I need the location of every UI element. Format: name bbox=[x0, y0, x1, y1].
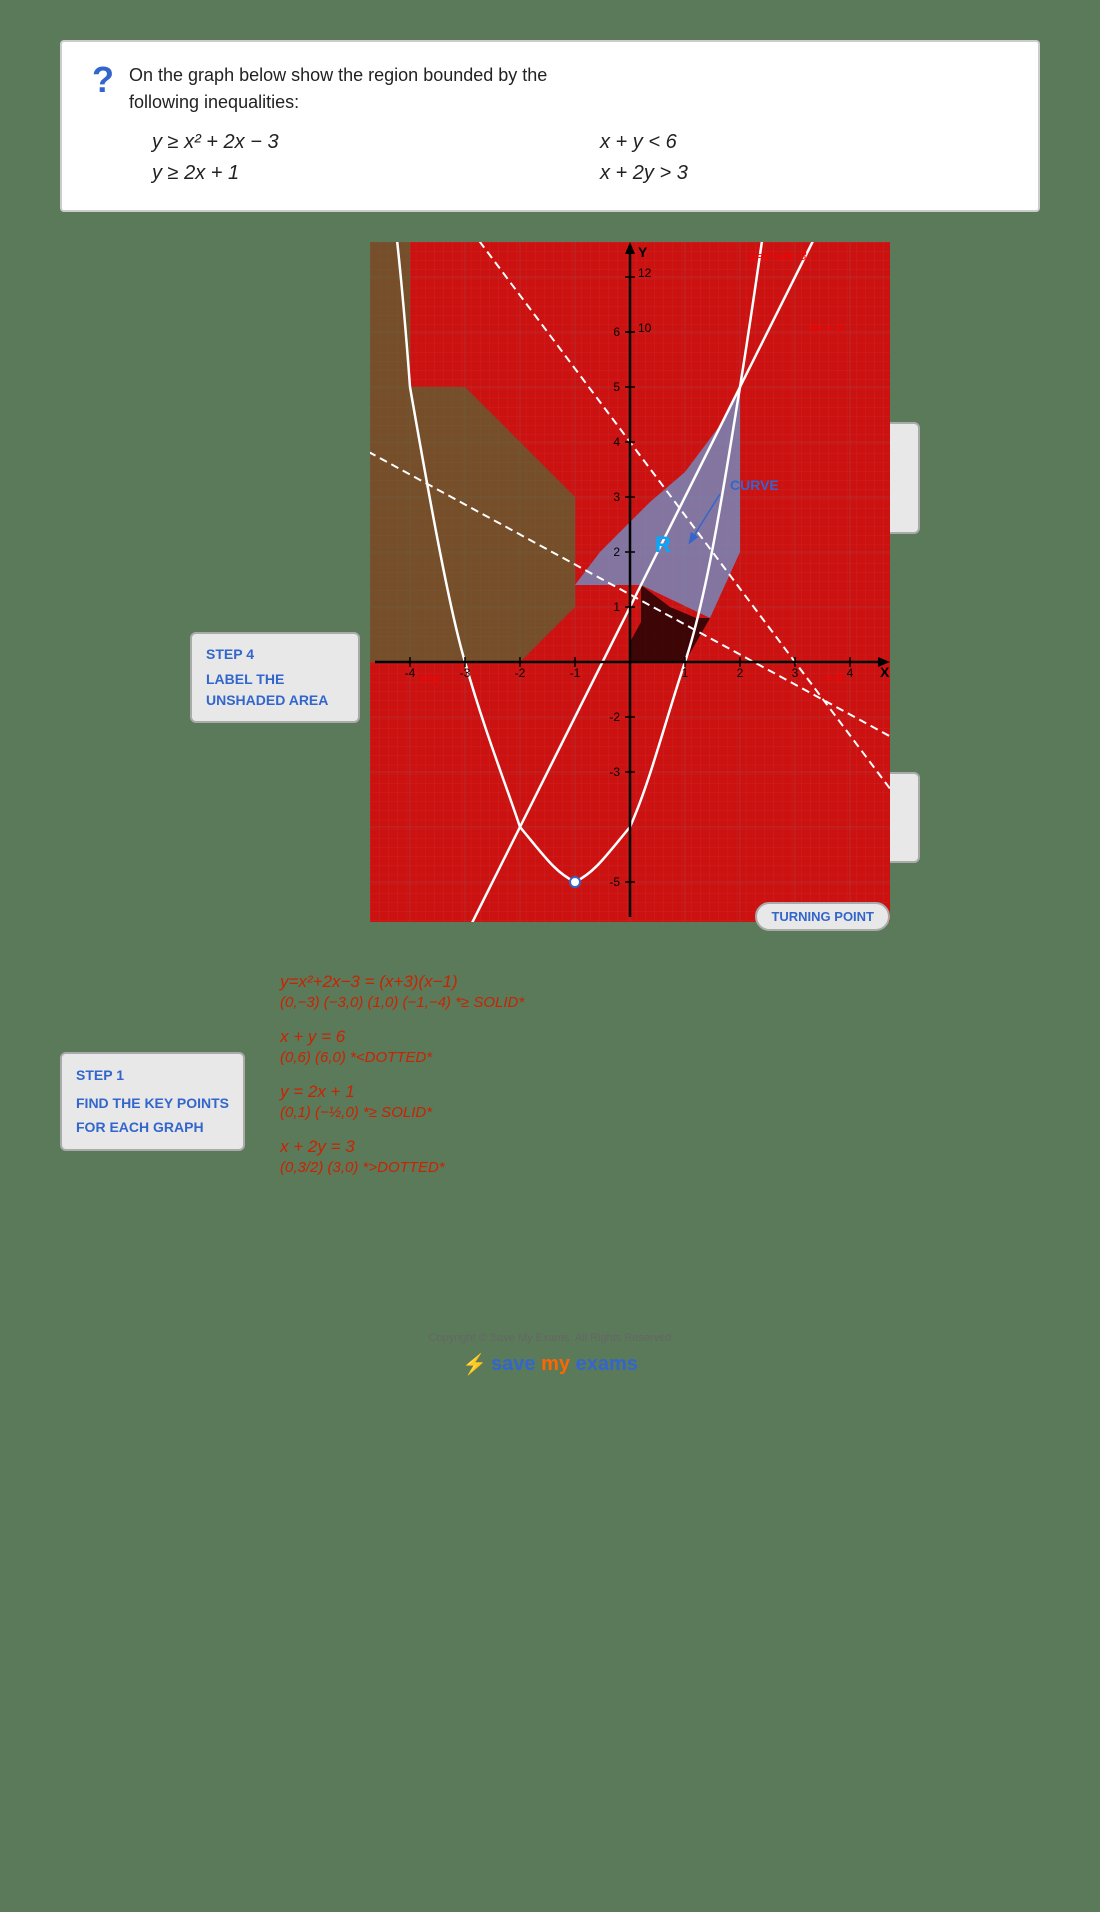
logo-my: my bbox=[541, 1353, 570, 1375]
question-text: On the graph below show the region bound… bbox=[129, 62, 547, 116]
ineq-2-right: x + 2y > 3 bbox=[600, 162, 1008, 185]
svg-text:1: 1 bbox=[682, 666, 689, 680]
svg-text:6: 6 bbox=[613, 325, 620, 339]
line-label-eq6: = 6 bbox=[825, 671, 842, 685]
graph-svg: Y X 6 5 4 3 2 1 bbox=[370, 242, 890, 922]
logo-exams: exams bbox=[576, 1353, 638, 1375]
svg-text:-4: -4 bbox=[405, 666, 416, 680]
note2: x + y = 6 (0,6) (6,0) *<DOTTED* bbox=[280, 1027, 1040, 1066]
notes-section: STEP 1 FIND THE KEY POINTS FOR EACH GRAP… bbox=[60, 972, 1040, 1292]
footer-logo: ⚡ save my exams bbox=[0, 1352, 1100, 1377]
line-label-2x1: 2x + 1 bbox=[809, 321, 843, 335]
y-axis-label: Y bbox=[638, 244, 648, 260]
step1-callout: STEP 1 FIND THE KEY POINTS FOR EACH GRAP… bbox=[60, 1052, 245, 1151]
svg-text:1: 1 bbox=[613, 600, 620, 614]
x-axis-label: X bbox=[880, 664, 890, 680]
question-icon: ? bbox=[92, 62, 114, 98]
inequalities-grid: y ≥ x² + 2x − 3 x + y < 6 y ≥ 2x + 1 x +… bbox=[152, 131, 1008, 185]
svg-text:-1: -1 bbox=[570, 666, 581, 680]
svg-text:-5: -5 bbox=[609, 875, 620, 889]
graph-section: STEP 2 DRAW A LINE/ CURVE FOR EACH INEQU… bbox=[190, 242, 910, 922]
ineq-1-left: y ≥ x² + 2x − 3 bbox=[152, 131, 560, 154]
line-label-xy6-left: x+y bbox=[419, 671, 440, 685]
svg-text:-2: -2 bbox=[609, 710, 620, 724]
svg-text:4: 4 bbox=[847, 666, 854, 680]
note3: y = 2x + 1 (0,1) (−½,0) *≥ SOLID* bbox=[280, 1082, 1040, 1121]
curve-label: CURVE bbox=[730, 477, 779, 493]
svg-text:3: 3 bbox=[792, 666, 799, 680]
turning-point-callout: TURNING POINT bbox=[755, 902, 890, 931]
question-header: ? On the graph below show the region bou… bbox=[92, 62, 1008, 116]
ineq-2-left: y ≥ 2x + 1 bbox=[152, 162, 560, 185]
svg-text:4: 4 bbox=[613, 435, 620, 449]
svg-text:3: 3 bbox=[613, 490, 620, 504]
step4-callout: STEP 4 LABEL THE UNSHADED AREA bbox=[190, 632, 360, 723]
question-box: ? On the graph below show the region bou… bbox=[60, 40, 1040, 212]
y12-label: 12 bbox=[638, 266, 652, 280]
region-r-label: R bbox=[655, 532, 671, 557]
copyright-text: Copyright © Save My Exams. All Rights Re… bbox=[0, 1332, 1100, 1344]
footer: Copyright © Save My Exams. All Rights Re… bbox=[0, 1332, 1100, 1397]
ineq-1-right: x + y < 6 bbox=[600, 131, 1008, 154]
lightning-icon: ⚡ bbox=[462, 1352, 487, 1377]
note1: y=x²+2x−3 = (x+3)(x−1) (0,−3) (−3,0) (1,… bbox=[280, 972, 1040, 1011]
note4: x + 2y = 3 (0,3/2) (3,0) *>DOTTED* bbox=[280, 1137, 1040, 1176]
turning-point-dot bbox=[570, 877, 580, 887]
svg-text:10: 10 bbox=[638, 321, 652, 335]
graph-canvas: Y X 6 5 4 3 2 1 bbox=[370, 242, 890, 922]
svg-text:-2: -2 bbox=[515, 666, 526, 680]
svg-text:-3: -3 bbox=[460, 666, 471, 680]
curve-label-parabola: y=x²+2x−3 bbox=[749, 249, 807, 263]
svg-text:2: 2 bbox=[613, 545, 620, 559]
logo-save: save bbox=[491, 1353, 536, 1375]
svg-text:-3: -3 bbox=[609, 765, 620, 779]
svg-text:2: 2 bbox=[737, 666, 744, 680]
svg-text:5: 5 bbox=[613, 380, 620, 394]
